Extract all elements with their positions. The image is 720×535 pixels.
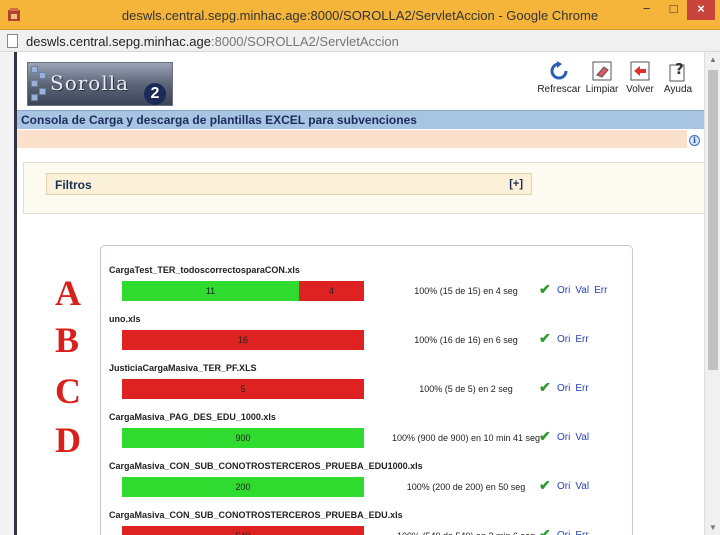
file-links: Ori Val Err — [557, 285, 612, 296]
link-ori[interactable]: Ori — [557, 383, 570, 394]
url-path: :8000/SOROLLA2/ServletAccion — [211, 34, 399, 49]
progress-bar: 200 — [122, 477, 364, 497]
link-err[interactable]: Err — [575, 530, 588, 535]
file-name: CargaMasiva_CON_SUB_CONOTROSTERCEROS_PRU… — [109, 461, 423, 471]
result-text: 100% (5 de 5) en 2 seg — [419, 384, 513, 394]
url-host: deswls.central.sepg.minhac.age — [26, 34, 211, 49]
checkmark-icon: ✔ — [539, 379, 551, 395]
back-arrow-icon — [630, 61, 650, 81]
scroll-down-arrow[interactable]: ▼ — [709, 523, 717, 532]
eraser-icon — [592, 61, 612, 81]
logo-number: 2 — [144, 83, 166, 105]
filters-panel[interactable]: Filtros [+] — [46, 173, 532, 195]
annotation-letter: B — [55, 320, 80, 360]
page-icon — [7, 34, 18, 48]
progress-bar: 11 4 — [122, 281, 364, 301]
message-bar — [17, 130, 687, 148]
app-frame: Sorolla 2 Refrescar Limpiar Volver ? Ayu… — [14, 52, 704, 535]
link-err[interactable]: Err — [575, 334, 588, 345]
success-segment: 200 — [122, 477, 364, 497]
file-name: uno.xls — [109, 314, 141, 324]
close-button[interactable]: × — [687, 0, 715, 20]
refresh-icon — [550, 61, 568, 80]
info-icon[interactable]: i — [689, 135, 700, 146]
window-title: deswls.central.sepg.minhac.age:8000/SORO… — [121, 8, 599, 23]
app-header: Sorolla 2 Refrescar Limpiar Volver ? Ayu… — [17, 56, 704, 111]
link-val[interactable]: Val — [575, 481, 589, 492]
console-title: Consola de Carga y descarga de plantilla… — [21, 113, 417, 127]
svg-text:?: ? — [675, 60, 684, 78]
file-links: Ori Val — [557, 481, 594, 492]
scroll-up-arrow[interactable]: ▲ — [709, 55, 717, 64]
address-bar[interactable]: deswls.central.sepg.minhac.age:8000/SORO… — [0, 30, 720, 52]
file-name: CargaMasiva_CON_SUB_CONOTROSTERCEROS_PRU… — [109, 510, 403, 520]
checkmark-icon: ✔ — [539, 281, 551, 297]
link-err[interactable]: Err — [575, 383, 588, 394]
success-segment: 900 — [122, 428, 364, 448]
help-icon: ? — [669, 60, 685, 82]
link-val[interactable]: Val — [575, 432, 589, 443]
console-title-bar: Consola de Carga y descarga de plantilla… — [17, 110, 704, 129]
error-segment: 5 — [122, 379, 364, 399]
scrollbar-thumb[interactable] — [708, 70, 718, 370]
file-links: Ori Err — [557, 334, 594, 345]
file-links: Ori Val — [557, 432, 594, 443]
link-ori[interactable]: Ori — [557, 481, 570, 492]
vertical-scrollbar[interactable]: ▲ ▼ — [704, 52, 720, 535]
progress-bar: 5 — [122, 379, 364, 399]
result-text: 100% (16 de 16) en 6 seg — [414, 335, 518, 345]
result-text: 100% (900 de 900) en 10 min 41 seg — [391, 433, 541, 443]
window-titlebar: deswls.central.sepg.minhac.age:8000/SORO… — [0, 0, 720, 30]
error-segment: 540 — [122, 526, 364, 535]
link-val[interactable]: Val — [575, 285, 589, 296]
annotation-letter: A — [55, 273, 81, 313]
error-segment: 16 — [122, 330, 364, 350]
uploads-panel: CargaTest_TER_todoscorrectosparaCON.xls 1… — [100, 245, 633, 535]
link-ori[interactable]: Ori — [557, 432, 570, 443]
logo-squares — [31, 66, 47, 102]
file-name: CargaMasiva_PAG_DES_EDU_1000.xls — [109, 412, 276, 422]
progress-bar: 16 — [122, 330, 364, 350]
checkmark-icon: ✔ — [539, 330, 551, 346]
link-ori[interactable]: Ori — [557, 530, 570, 535]
result-text: 100% (15 de 15) en 4 seg — [414, 286, 518, 296]
result-text: 100% (200 de 200) en 50 seg — [406, 482, 526, 492]
help-button[interactable]: ? Ayuda — [661, 60, 695, 95]
minimize-button[interactable]: − — [633, 0, 660, 20]
refresh-label: Refrescar — [537, 84, 581, 95]
clear-button[interactable]: Limpiar — [584, 60, 620, 95]
page-viewport: Sorolla 2 Refrescar Limpiar Volver ? Ayu… — [0, 52, 704, 535]
file-name: JusticiaCargaMasiva_TER_PF.XLS — [109, 363, 257, 373]
checkmark-icon: ✔ — [539, 477, 551, 493]
logo-text: Sorolla — [50, 71, 130, 95]
result-text: 100% (540 de 540) en 3 min 6 seg — [381, 531, 551, 535]
annotation-letter: C — [55, 371, 81, 411]
filters-expand-toggle[interactable]: [+] — [509, 178, 523, 190]
link-ori[interactable]: Ori — [557, 285, 570, 296]
back-label: Volver — [626, 84, 654, 95]
progress-bar: 540 — [122, 526, 364, 535]
toolbar: Refrescar Limpiar Volver ? Ayuda — [537, 60, 697, 108]
checkmark-icon: ✔ — [539, 526, 551, 535]
url-text[interactable]: deswls.central.sepg.minhac.age:8000/SORO… — [26, 34, 399, 49]
help-label: Ayuda — [663, 84, 693, 95]
file-links: Ori Err — [557, 383, 594, 394]
clear-label: Limpiar — [585, 84, 619, 95]
annotation-letter: D — [55, 420, 81, 460]
filters-label: Filtros — [55, 178, 92, 192]
maximize-button[interactable]: □ — [660, 0, 687, 20]
progress-bar: 900 — [122, 428, 364, 448]
file-links: Ori Err — [557, 530, 594, 535]
filters-section: Filtros [+] — [23, 162, 704, 214]
link-ori[interactable]: Ori — [557, 334, 570, 345]
checkmark-icon: ✔ — [539, 428, 551, 444]
refresh-button[interactable]: Refrescar — [537, 60, 581, 95]
link-err[interactable]: Err — [594, 285, 607, 296]
back-button[interactable]: Volver — [623, 60, 657, 95]
success-segment: 11 — [122, 281, 299, 301]
file-name: CargaTest_TER_todoscorrectosparaCON.xls — [109, 265, 300, 275]
error-segment: 4 — [299, 281, 364, 301]
sorolla-logo: Sorolla 2 — [27, 62, 173, 106]
